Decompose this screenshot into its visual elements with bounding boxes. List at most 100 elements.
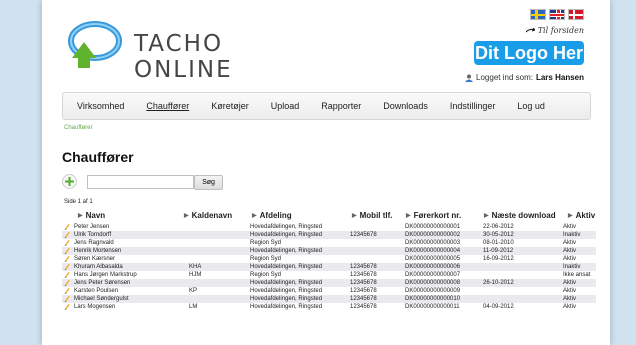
breadcrumb[interactable]: Chauffører [64, 125, 93, 131]
table-row[interactable]: Henrik Mortensen Hovedafdelingen, Ringste… [62, 247, 596, 255]
cell-mobil: 12345678 [350, 264, 377, 270]
cell-naeste-download: 11-09-2012 [483, 248, 514, 254]
main-nav: Virksomhed Chauffører Køretøjer Upload R… [62, 92, 591, 120]
edit-pencil-icon[interactable] [64, 287, 70, 294]
table-row[interactable]: Michael Søndergulst Hovedafdelingen, Ring… [62, 295, 596, 303]
app-name: TACHO ONLINE [134, 31, 233, 83]
edit-pencil-icon[interactable] [64, 247, 70, 254]
nav-rapporter[interactable]: Rapporter [321, 101, 361, 111]
sort-arrow-icon: ▶ [252, 213, 257, 219]
table-row[interactable]: Jens Peter Sørensen Hovedafdelingen, Ring… [62, 279, 596, 287]
nav-koretojer[interactable]: Køretøjer [211, 101, 249, 111]
cell-forerkort: DK00000000000002 [405, 232, 461, 238]
cell-aktiv: Aktiv [563, 296, 577, 302]
cell-aktiv: Ikke ansat [563, 272, 591, 278]
cell-navn[interactable]: Jens Ragnvald [74, 239, 114, 247]
table-header: ▶ Navn ▶ Kaldenavn ▶ Afdeling ▶ Mobil tlf. ▶… [62, 207, 596, 223]
cell-kaldenavn: KP [189, 288, 198, 294]
cell-navn[interactable]: Karsten Poulsen [74, 287, 118, 295]
cell-forerkort: DK00000000000010 [405, 296, 461, 302]
nav-log-ud[interactable]: Log ud [517, 101, 545, 111]
edit-pencil-icon[interactable] [64, 255, 70, 262]
table-row[interactable]: Khuram Albasalda KHA Hovedafdelingen, Ring… [62, 263, 596, 271]
column-header-naeste-download[interactable]: ▶ Næste download [484, 211, 556, 220]
sort-arrow-icon: ▶ [184, 213, 189, 219]
column-header-kaldenavn[interactable]: ▶ Kaldenavn [184, 211, 232, 220]
sort-arrow-icon: ▶ [484, 213, 489, 219]
cell-afdeling: Region Syd [250, 256, 282, 262]
nav-indstillinger[interactable]: Indstillinger [450, 101, 496, 111]
cell-navn[interactable]: Henrik Mortensen [74, 247, 121, 255]
column-header-navn[interactable]: ▶ Navn [78, 211, 105, 220]
logged-in-info: Logget ind som: Lars Hansen [465, 73, 584, 82]
column-header-mobil[interactable]: ▶ Mobil tlf. [352, 211, 393, 220]
danish-flag-icon[interactable] [568, 9, 584, 20]
cell-aktiv: Aktiv [563, 256, 577, 262]
edit-pencil-icon[interactable] [64, 223, 70, 230]
cell-navn[interactable]: Ulrik Torndorff [74, 231, 111, 239]
drivers-table: ▶ Navn ▶ Kaldenavn ▶ Afdeling ▶ Mobil tlf. ▶… [62, 207, 596, 311]
cell-forerkort: DK00000000000009 [405, 288, 461, 294]
cell-afdeling: Hovedafdelingen, Ringsted [250, 296, 323, 302]
cell-afdeling: Region Syd [250, 240, 282, 246]
cell-forerkort: DK00000000000006 [405, 264, 461, 270]
sort-arrow-icon: ▶ [78, 213, 83, 219]
cell-aktiv: Aktiv [563, 248, 577, 254]
table-row[interactable]: Jens Ragnvald Region Syd DK00000000000003 0… [62, 239, 596, 247]
english-flag-icon[interactable] [549, 9, 565, 20]
edit-pencil-icon[interactable] [64, 231, 70, 238]
cell-navn[interactable]: Hans Jørgen Markstrup [74, 271, 137, 279]
cell-kaldenavn: HJM [189, 272, 202, 278]
column-header-afdeling[interactable]: ▶ Afdeling [252, 211, 292, 220]
cell-naeste-download: 26-10-2012 [483, 280, 514, 286]
nav-virksomhed[interactable]: Virksomhed [77, 101, 124, 111]
page-container: TACHO ONLINE Til forsiden Dit Logo Her L… [42, 0, 610, 345]
logo-ring-icon [68, 21, 122, 68]
cell-navn[interactable]: Lars Mogensen [74, 303, 115, 311]
search-button[interactable]: Søg [194, 175, 223, 190]
table-row[interactable]: Peter Jensen Hovedafdelingen, Ringsted DK0… [62, 223, 596, 231]
swedish-flag-icon[interactable] [530, 9, 546, 20]
edit-pencil-icon[interactable] [64, 271, 70, 278]
edit-pencil-icon[interactable] [64, 279, 70, 286]
table-row[interactable]: Hans Jørgen Markstrup HJM Region Syd 123456… [62, 271, 596, 279]
cell-afdeling: Hovedafdelingen, Ringsted [250, 264, 323, 270]
cell-kaldenavn: LM [189, 304, 198, 310]
home-link[interactable]: Til forsiden [525, 26, 584, 35]
user-icon [465, 74, 474, 82]
cell-forerkort: DK00000000000003 [405, 240, 461, 246]
cell-naeste-download: 08-01-2010 [483, 240, 514, 246]
table-row[interactable]: Ulrik Torndorff Hovedafdelingen, Ringsted… [62, 231, 596, 239]
cell-navn[interactable]: Peter Jensen [74, 223, 109, 231]
sort-arrow-icon: ▶ [352, 213, 357, 219]
table-body: Peter Jensen Hovedafdelingen, Ringsted DK0… [62, 223, 596, 311]
nav-chaufforer[interactable]: Chauffører [146, 101, 189, 111]
table-row[interactable]: Søren Kærsner Region Syd DK00000000000005 1… [62, 255, 596, 263]
search-input[interactable] [87, 175, 194, 189]
cell-navn[interactable]: Jens Peter Sørensen [74, 279, 130, 287]
edit-pencil-icon[interactable] [64, 239, 70, 246]
cell-mobil: 12345678 [350, 296, 377, 302]
cell-navn[interactable]: Michael Søndergulst [74, 295, 129, 303]
nav-downloads[interactable]: Downloads [383, 101, 428, 111]
cell-afdeling: Hovedafdelingen, Ringsted [250, 232, 323, 238]
cell-afdeling: Hovedafdelingen, Ringsted [250, 224, 323, 230]
edit-pencil-icon[interactable] [64, 303, 70, 310]
cell-forerkort: DK00000000000004 [405, 248, 461, 254]
column-header-forerkort[interactable]: ▶ Førerkort nr. [406, 211, 461, 220]
nav-upload[interactable]: Upload [271, 101, 300, 111]
cell-mobil: 12345678 [350, 288, 377, 294]
cell-mobil: 12345678 [350, 272, 377, 278]
column-header-aktiv[interactable]: ▶ Aktiv [568, 211, 595, 220]
edit-pencil-icon[interactable] [64, 295, 70, 302]
add-driver-button[interactable] [62, 174, 77, 189]
cell-naeste-download: 16-09-2012 [483, 256, 514, 262]
cell-navn[interactable]: Søren Kærsner [74, 255, 115, 263]
table-row[interactable]: Karsten Poulsen KP Hovedafdelingen, Ringst… [62, 287, 596, 295]
cell-navn[interactable]: Khuram Albasalda [74, 263, 123, 271]
edit-pencil-icon[interactable] [64, 263, 70, 270]
table-row[interactable]: Lars Mogensen LM Hovedafdelingen, Ringsted… [62, 303, 596, 311]
tacho-online-logo[interactable]: TACHO ONLINE [62, 18, 282, 83]
cell-aktiv: Inaktiv [563, 264, 581, 270]
logged-in-user: Lars Hansen [535, 73, 584, 82]
